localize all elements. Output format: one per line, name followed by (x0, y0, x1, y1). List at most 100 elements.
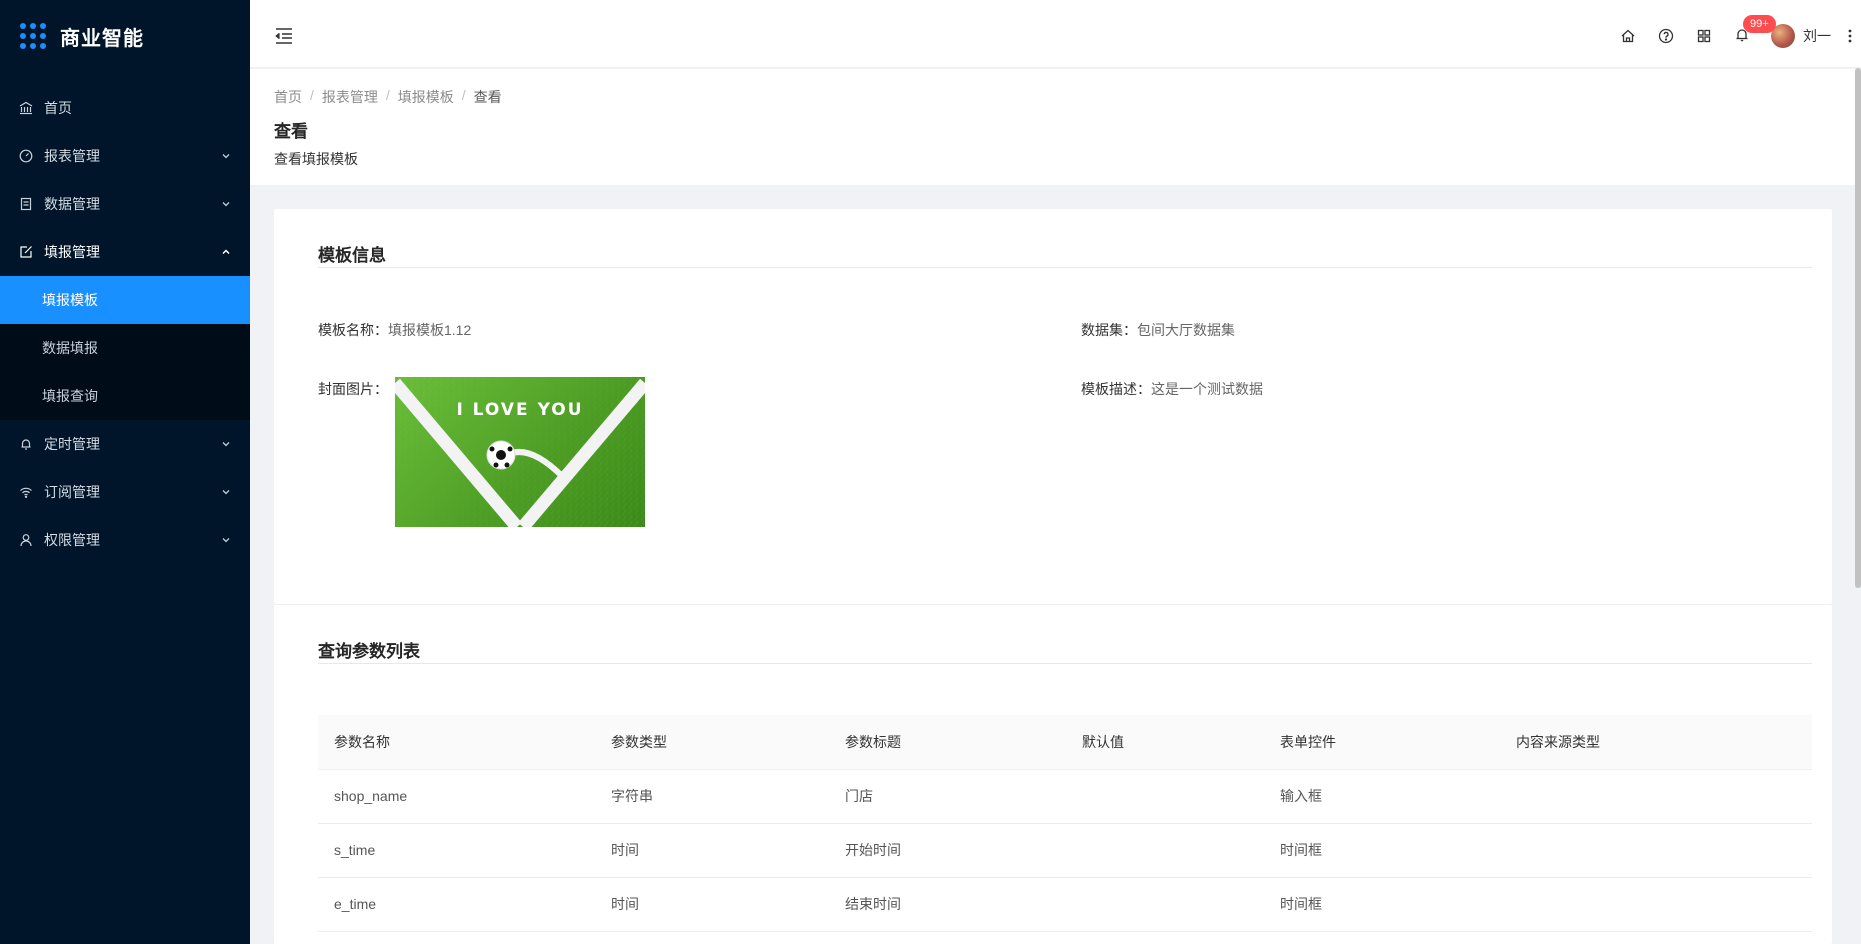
sidebar-item-label: 订阅管理 (44, 484, 100, 500)
wifi-icon (18, 484, 34, 500)
page-title: 查看 (274, 122, 308, 141)
table-cell: s_time (318, 823, 595, 878)
column-header: 参数类型 (595, 715, 829, 770)
table-cell: 时间框 (1264, 877, 1500, 932)
page-header: 首页 / 报表管理 / 填报模板 / 查看 查看 查看填报模板 (250, 69, 1861, 185)
breadcrumb-link[interactable]: 报表管理 (322, 87, 378, 107)
table-cell: 开始时间 (829, 823, 1066, 878)
section-title: 模板信息 (318, 246, 386, 265)
apps-grid-icon (20, 23, 46, 49)
table-header-row: 参数名称 参数类型 参数标题 默认值 表单控件 内容来源类型 (318, 715, 1812, 770)
column-header: 表单控件 (1264, 715, 1500, 770)
breadcrumb-current: 查看 (473, 89, 502, 105)
sidebar-item-label: 权限管理 (44, 532, 100, 548)
table-row: s_time 时间 开始时间 时间框 (318, 823, 1812, 878)
appstore-icon[interactable] (1685, 4, 1723, 68)
column-header: 默认值 (1066, 715, 1264, 770)
table-cell: 时间 (595, 877, 829, 932)
sidebar-item-label: 填报管理 (44, 244, 100, 260)
table-icon (18, 196, 34, 212)
table-cell (1500, 769, 1812, 824)
table-row: shop_name 字符串 门店 输入框 (318, 769, 1812, 824)
sidebar: 商业智能 首页 报表管理 数据管理 填报管理 填报模板 数据填报 填报查询 定时… (0, 0, 250, 944)
sidebar-subitem-data-fill[interactable]: 数据填报 (0, 324, 250, 372)
column-header: 参数标题 (829, 715, 1066, 770)
username: 刘一 (1803, 28, 1831, 44)
breadcrumb-link[interactable]: 首页 (274, 87, 302, 107)
table-cell (1066, 877, 1264, 932)
chevron-down-icon (220, 198, 232, 210)
query-params-card: 查询参数列表 参数名称 参数类型 参数标题 默认值 表单控件 内容来源类型 sh… (274, 604, 1832, 944)
sidebar-subitem-template[interactable]: 填报模板 (0, 276, 250, 324)
table-cell (1066, 823, 1264, 878)
chevron-down-icon (220, 534, 232, 546)
user-icon (18, 532, 34, 548)
bank-icon (18, 100, 34, 116)
sidebar-item-data[interactable]: 数据管理 (0, 180, 250, 228)
params-table: 参数名称 参数类型 参数标题 默认值 表单控件 内容来源类型 shop_name… (318, 715, 1812, 932)
table-cell: shop_name (318, 769, 595, 824)
table-cell: 时间 (595, 823, 829, 878)
sidebar-item-permission[interactable]: 权限管理 (0, 516, 250, 564)
table-cell (1500, 823, 1812, 878)
sidebar-item-schedule[interactable]: 定时管理 (0, 420, 250, 468)
menu-fold-icon[interactable] (274, 27, 294, 45)
field-label: 封面图片： (318, 381, 388, 397)
chevron-down-icon (220, 438, 232, 450)
chevron-down-icon (220, 486, 232, 498)
logo[interactable]: 商业智能 (0, 0, 250, 72)
table-cell: 结束时间 (829, 877, 1066, 932)
edit-icon (18, 244, 34, 260)
template-info-card: 模板信息 模板名称：填报模板1.12 数据集：包间大厅数据集 封面图片： I L… (274, 209, 1832, 604)
table-cell: 输入框 (1264, 769, 1500, 824)
section-title: 查询参数列表 (318, 642, 420, 661)
breadcrumb: 首页 / 报表管理 / 填报模板 / 查看 (274, 87, 502, 107)
dataset-field: 数据集：包间大厅数据集 (1081, 320, 1235, 340)
app-title: 商业智能 (60, 27, 144, 50)
header-actions: 99+ 刘一 (1609, 4, 1861, 68)
sidebar-item-label: 定时管理 (44, 436, 100, 452)
bell-icon (18, 436, 34, 452)
sidebar-item-label: 报表管理 (44, 148, 100, 164)
dashboard-icon (18, 148, 34, 164)
divider (318, 267, 1812, 268)
side-menu: 首页 报表管理 数据管理 填报管理 填报模板 数据填报 填报查询 定时管理 订阅… (0, 84, 250, 564)
sidebar-item-label: 数据管理 (44, 196, 100, 212)
field-label: 模板描述： (1081, 381, 1151, 397)
cover-text: I LOVE YOU (456, 400, 583, 420)
more-vertical-icon[interactable] (1839, 4, 1861, 68)
sidebar-item-label: 首页 (44, 100, 72, 116)
sidebar-item-fill[interactable]: 填报管理 (0, 228, 250, 276)
divider (318, 663, 1812, 664)
table-cell (1066, 769, 1264, 824)
table-row: e_time 时间 结束时间 时间框 (318, 877, 1812, 932)
sidebar-item-home[interactable]: 首页 (0, 84, 250, 132)
submenu-fill: 填报模板 数据填报 填报查询 (0, 276, 250, 420)
sidebar-item-report[interactable]: 报表管理 (0, 132, 250, 180)
field-value: 填报模板1.12 (388, 322, 472, 338)
column-header: 内容来源类型 (1500, 715, 1812, 770)
table-cell: 字符串 (595, 769, 829, 824)
page-subtitle: 查看填报模板 (274, 151, 358, 167)
user-menu[interactable]: 刘一 (1771, 24, 1831, 48)
home-icon[interactable] (1609, 4, 1647, 68)
sidebar-subitem-fill-query[interactable]: 填报查询 (0, 372, 250, 420)
notification-button[interactable]: 99+ (1723, 4, 1776, 68)
table-cell: e_time (318, 877, 595, 932)
column-header: 参数名称 (318, 715, 595, 770)
field-label: 数据集： (1081, 322, 1137, 338)
help-icon[interactable] (1647, 4, 1685, 68)
sidebar-item-subscribe[interactable]: 订阅管理 (0, 468, 250, 516)
field-label: 模板名称： (318, 322, 388, 338)
table-cell: 门店 (829, 769, 1066, 824)
chevron-up-icon (220, 246, 232, 258)
page-scrollbar[interactable] (1855, 68, 1861, 588)
notification-badge: 99+ (1743, 15, 1776, 33)
field-value: 包间大厅数据集 (1137, 322, 1235, 338)
cover-image: I LOVE YOU (395, 377, 645, 527)
table-cell (1500, 877, 1812, 932)
breadcrumb-link[interactable]: 填报模板 (398, 87, 454, 107)
description-field: 模板描述：这是一个测试数据 (1081, 379, 1263, 399)
cover-field: 封面图片： (318, 379, 388, 399)
top-header: 99+ 刘一 (250, 4, 1861, 68)
